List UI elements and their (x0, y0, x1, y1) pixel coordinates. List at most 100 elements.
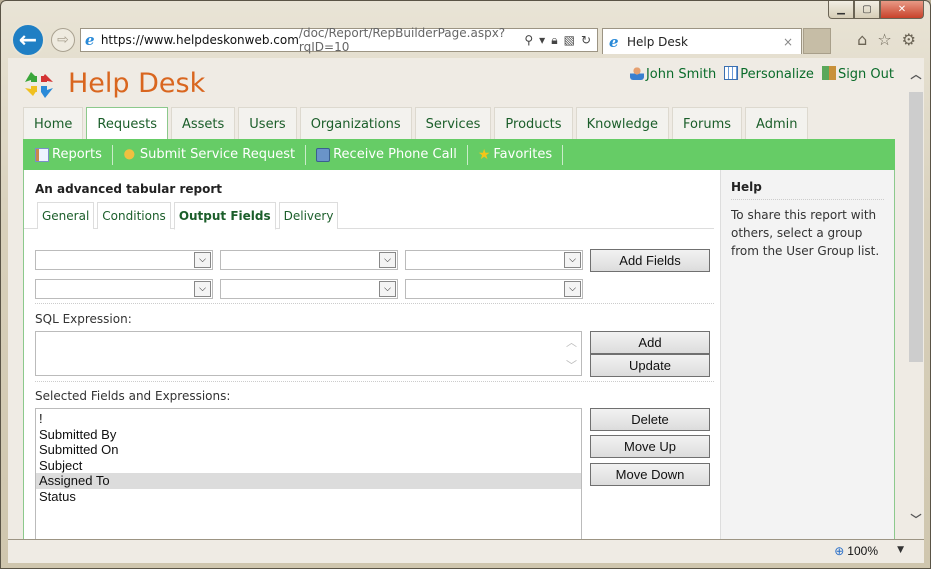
list-item[interactable]: ! (36, 411, 581, 427)
list-item[interactable]: Subject (36, 458, 581, 474)
selected-fields-list[interactable]: ! Submitted By Submitted On Subject Assi… (35, 408, 582, 539)
brand-title: Help Desk (68, 68, 206, 99)
nav-tab-knowledge[interactable]: Knowledge (575, 107, 670, 140)
field-select-6[interactable]: ⌵ (405, 279, 583, 299)
subnav-reports[interactable]: Reports (35, 147, 102, 162)
nav-tab-assets[interactable]: Assets (170, 107, 236, 140)
window-controls: ▁ ▢ ✕ (828, 1, 924, 19)
home-icon[interactable]: ⌂ (857, 30, 867, 49)
sign-out-link[interactable]: Sign Out (821, 66, 894, 82)
delete-button[interactable]: Delete (590, 408, 710, 431)
chevron-down-icon[interactable]: ⌵ (379, 252, 396, 268)
user-bar: John Smith Personalize Sign Out (629, 66, 894, 82)
add-button[interactable]: Add (590, 331, 710, 354)
search-icon[interactable]: ⚲ (524, 33, 533, 48)
chevron-down-icon[interactable]: ⌵ (194, 252, 211, 268)
help-title: Help (731, 180, 884, 200)
chevron-up-icon[interactable]: ︿ (908, 66, 924, 82)
user-icon (629, 66, 644, 80)
nav-tab-products[interactable]: Products (494, 107, 573, 140)
field-select-2[interactable]: ⌵ (220, 250, 398, 270)
scroll-thumb[interactable] (909, 92, 923, 362)
chevron-down-icon[interactable]: ⌵ (379, 281, 396, 297)
arrow-left-icon: ← (18, 27, 38, 53)
chevron-down-icon[interactable]: ⌵ (564, 252, 581, 268)
compat-view-icon[interactable]: ▧ (564, 33, 575, 48)
add-fields-button[interactable]: Add Fields (590, 249, 710, 272)
report-tab-output-fields[interactable]: Output Fields (173, 202, 276, 230)
forward-button[interactable]: ⇨ (51, 28, 75, 52)
list-item-selected[interactable]: Assigned To (36, 473, 581, 489)
phone-icon (316, 147, 331, 162)
back-button[interactable]: ← (11, 23, 45, 57)
divider (35, 303, 714, 304)
nav-tab-services[interactable]: Services (414, 107, 492, 140)
list-item[interactable]: Status (36, 489, 581, 505)
nav-tab-organizations[interactable]: Organizations (299, 107, 412, 140)
list-item[interactable]: Submitted On (36, 442, 581, 458)
report-tab-conditions[interactable]: Conditions (97, 202, 171, 229)
zoom-level[interactable]: ⊕ 100% (834, 544, 878, 558)
gear-icon[interactable]: ⚙ (902, 30, 916, 49)
help-text: To share this report with others, select… (731, 208, 880, 258)
nav-tab-requests[interactable]: Requests (86, 107, 168, 140)
field-select-3[interactable]: ⌵ (405, 250, 583, 270)
field-select-5[interactable]: ⌵ (220, 279, 398, 299)
scroll-up-icon[interactable]: ︿ (566, 334, 577, 350)
browser-window: ▁ ▢ ✕ ← ⇨ e https://www.helpdeskonweb.co… (0, 0, 931, 569)
close-tab-icon[interactable]: × (783, 35, 793, 49)
list-item[interactable]: Submitted By (36, 427, 581, 443)
browser-tab[interactable]: e Help Desk × (602, 28, 802, 54)
main-nav: Home Requests Assets Users Organizations… (23, 107, 809, 140)
address-bar[interactable]: e https://www.helpdeskonweb.com/doc/Repo… (80, 26, 598, 54)
personalize-link[interactable]: Personalize (724, 66, 814, 82)
page-viewport: Help Desk John Smith Personalize Sign Ou… (8, 58, 924, 539)
nav-tab-admin[interactable]: Admin (745, 107, 809, 140)
dropdown-icon[interactable]: ▾ (539, 33, 545, 48)
report-book-icon (35, 147, 49, 162)
bell-add-icon (122, 147, 137, 162)
subnav-favorites[interactable]: ★ Favorites (478, 147, 552, 163)
chevron-down-icon[interactable]: ⌵ (194, 281, 211, 297)
status-bar: ⊕ 100% ▼ (8, 539, 924, 563)
sign-out-door-icon (821, 66, 836, 80)
zoom-magnifier-icon: ⊕ (834, 544, 845, 558)
nav-tab-users[interactable]: Users (238, 107, 297, 140)
field-select-1[interactable]: ⌵ (35, 250, 213, 270)
report-tab-delivery[interactable]: Delivery (278, 202, 339, 229)
subnav-submit-service-request[interactable]: Submit Service Request (122, 147, 295, 162)
report-tabs: General Conditions Output Fields Deliver… (24, 202, 714, 230)
helpdesk-logo-icon (25, 72, 53, 98)
move-up-button[interactable]: Move Up (590, 435, 710, 458)
sql-expression-label: SQL Expression: (35, 312, 132, 326)
update-button[interactable]: Update (590, 354, 710, 377)
report-builder-panel: An advanced tabular report General Condi… (23, 170, 720, 539)
divider (111, 144, 113, 165)
maximize-button[interactable]: ▢ (854, 1, 880, 19)
subnav-receive-phone-call[interactable]: Receive Phone Call (316, 147, 457, 162)
vertical-scrollbar[interactable]: ︿ ﹀ (908, 58, 924, 539)
sql-expression-input[interactable]: ︿ ﹀ (35, 331, 582, 376)
help-pane: Help To share this report with others, s… (720, 170, 895, 539)
user-link[interactable]: John Smith (629, 66, 716, 82)
field-select-4[interactable]: ⌵ (35, 279, 213, 299)
move-down-button[interactable]: Move Down (590, 463, 710, 486)
refresh-icon[interactable]: ↻ (581, 33, 591, 48)
zoom-dropdown-icon[interactable]: ▼ (897, 545, 904, 555)
divider (305, 144, 307, 165)
ie-icon: e (85, 31, 95, 49)
new-tab-button[interactable] (803, 28, 831, 54)
star-icon: ★ (477, 146, 491, 163)
nav-tab-forums[interactable]: Forums (672, 107, 743, 140)
report-tab-general[interactable]: General (37, 202, 95, 229)
url-host: https://www.helpdeskonweb.com (100, 33, 299, 47)
chevron-down-icon[interactable]: ﹀ (908, 511, 924, 527)
scroll-down-icon[interactable]: ﹀ (566, 357, 577, 373)
close-button[interactable]: ✕ (880, 1, 924, 19)
minimize-button[interactable]: ▁ (828, 1, 854, 19)
nav-tab-home[interactable]: Home (23, 107, 84, 140)
favorites-star-icon[interactable]: ☆ (877, 30, 891, 49)
lock-icon[interactable]: 🔒︎ (551, 33, 557, 48)
divider (466, 144, 468, 165)
chevron-down-icon[interactable]: ⌵ (564, 281, 581, 297)
